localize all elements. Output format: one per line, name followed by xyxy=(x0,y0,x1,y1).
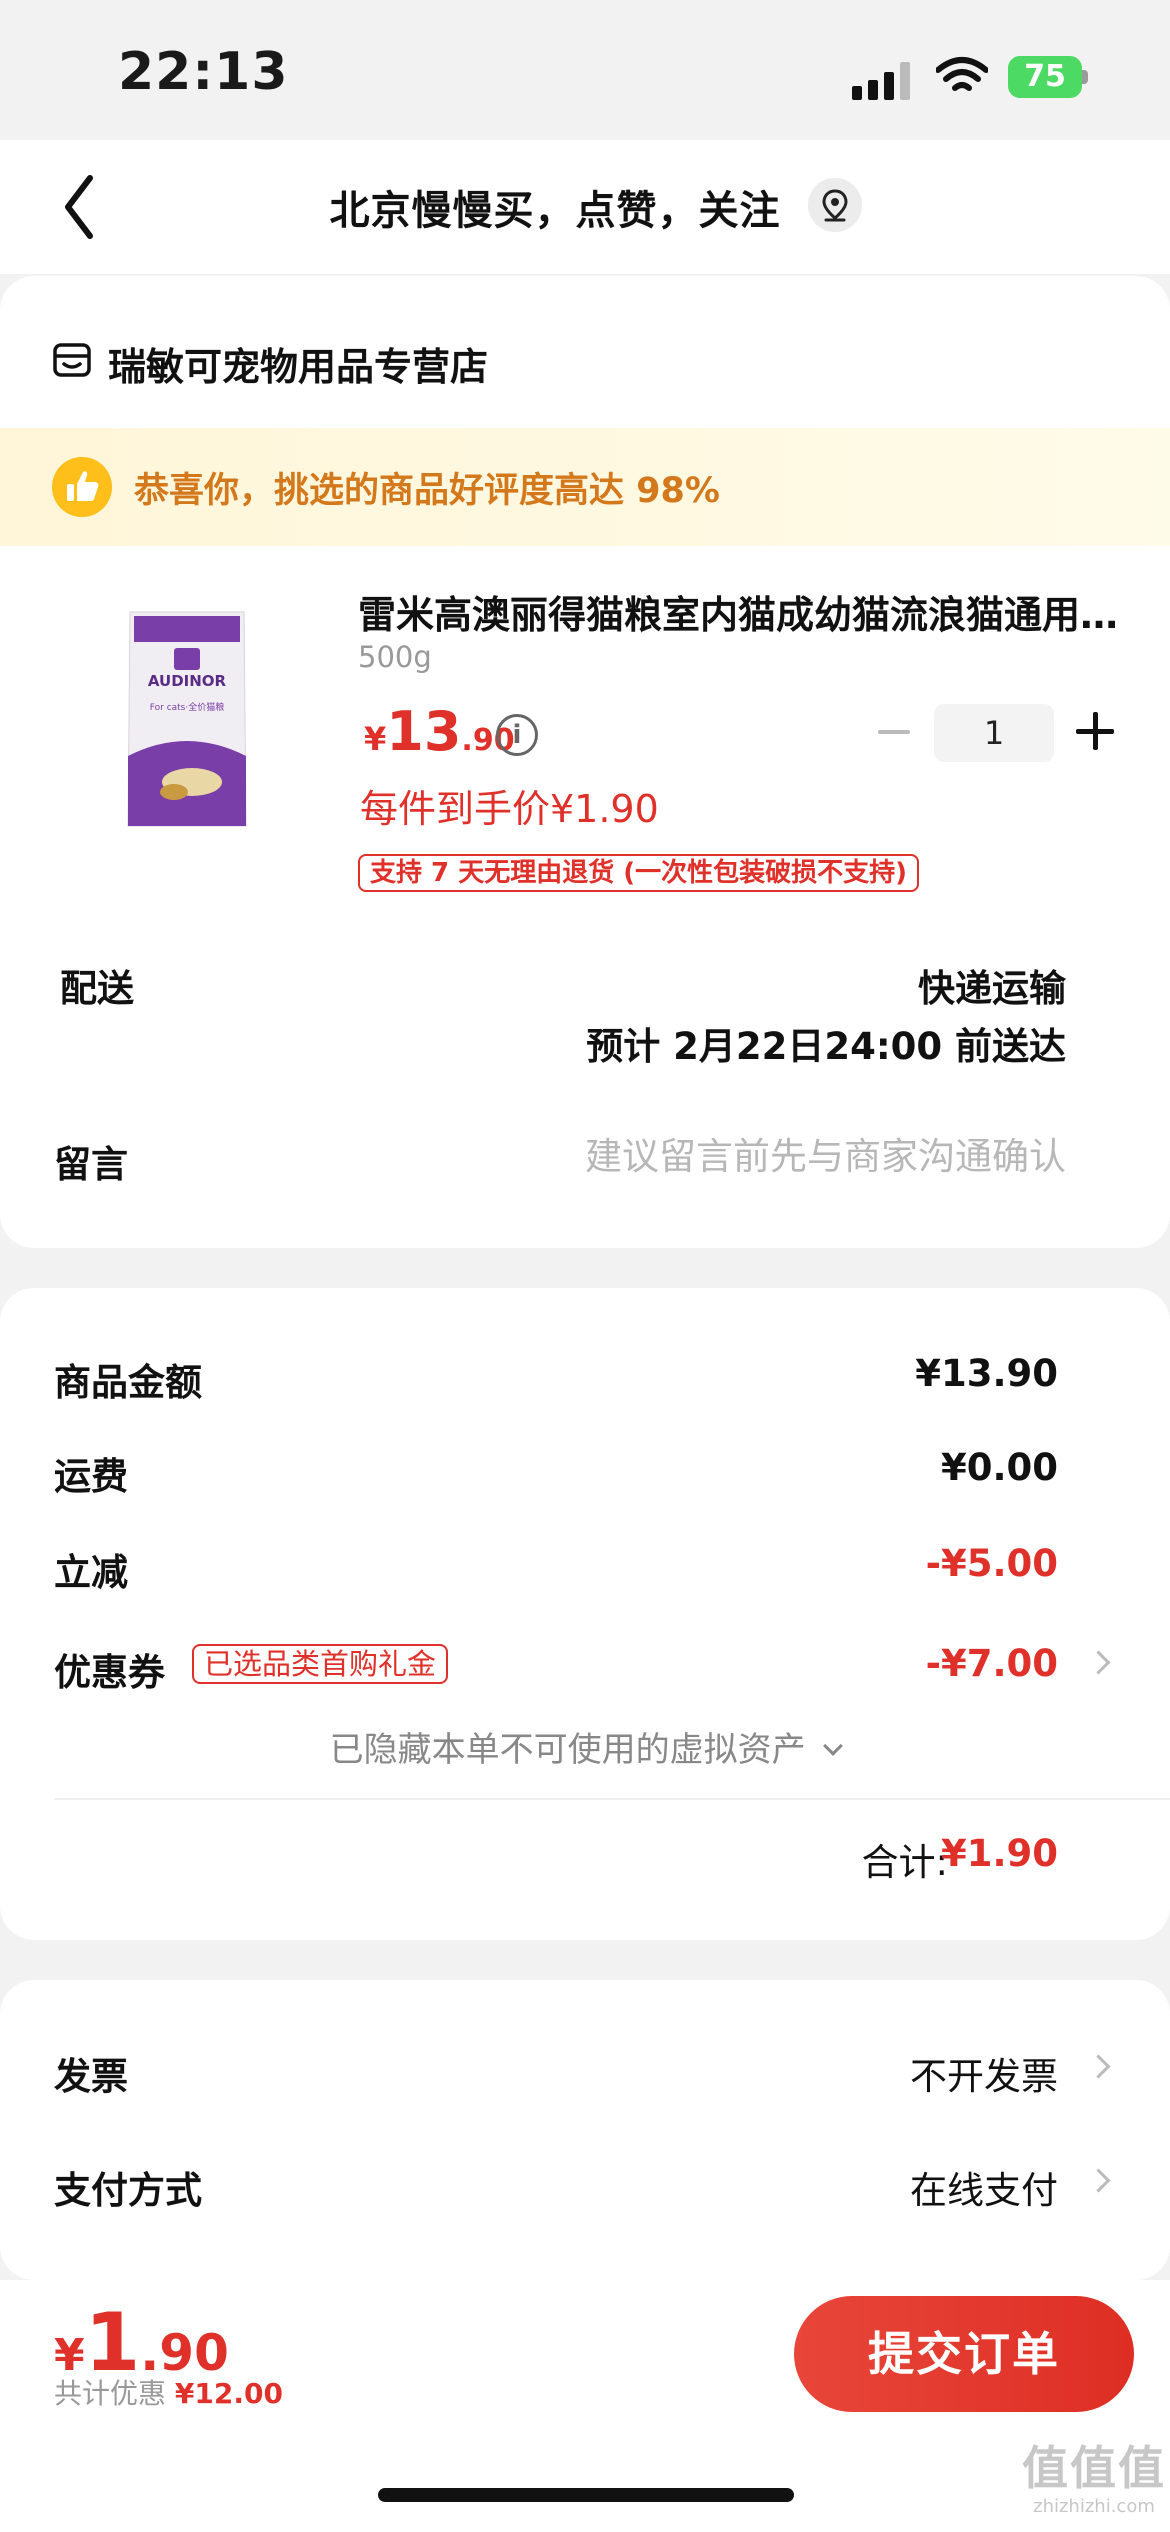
info-icon[interactable]: i xyxy=(496,714,538,756)
cellular-signal-icon xyxy=(852,62,914,100)
delivery-method: 快递运输 xyxy=(918,967,1066,1010)
shipping-value: ¥0.00 xyxy=(940,1446,1058,1489)
shipping-label: 运费 xyxy=(54,1455,128,1498)
divider xyxy=(54,1798,1170,1800)
invoice-label: 发票 xyxy=(54,2055,128,2098)
invoice-payment-card xyxy=(0,1980,1170,2280)
wifi-icon xyxy=(936,57,988,91)
thumbs-up-icon xyxy=(52,457,112,517)
instant-discount-label: 立减 xyxy=(54,1551,128,1594)
product-price: ¥13.90 xyxy=(364,700,515,763)
final-unit-price: 每件到手价¥1.90 xyxy=(360,787,659,831)
goods-amount-value: ¥13.90 xyxy=(915,1352,1058,1395)
rating-banner-text: 恭喜你，挑选的商品好评度高达 98% xyxy=(134,471,720,511)
bottom-discount: 共计优惠 ¥12.00 xyxy=(54,2377,283,2410)
quantity-decrease-button[interactable] xyxy=(872,712,918,752)
hidden-assets-toggle[interactable]: 已隐藏本单不可使用的虚拟资产 xyxy=(0,1722,1170,1771)
watermark-url: zhizhizhi.com xyxy=(1033,2496,1155,2517)
watermark: 值值值 zhizhizhi.com xyxy=(1018,2440,1170,2532)
coupon-chevron-right-icon[interactable] xyxy=(1090,1648,1108,1678)
invoice-chevron-right-icon[interactable] xyxy=(1090,2052,1108,2082)
submit-order-button[interactable]: 提交订单 xyxy=(794,2296,1134,2412)
payment-chevron-right-icon[interactable] xyxy=(1090,2166,1108,2196)
battery-icon: 75 xyxy=(1008,56,1088,98)
total-value: ¥1.90 xyxy=(940,1832,1058,1875)
product-spec: 500g xyxy=(358,640,432,674)
product-image[interactable]: AUDINOR For cats·全价猫粮 xyxy=(122,606,252,846)
watermark-logo: 值值值 xyxy=(1022,2441,1166,2495)
chevron-down-icon xyxy=(823,1736,844,1756)
quantity-field[interactable]: 1 xyxy=(934,704,1054,762)
payment-label: 支付方式 xyxy=(54,2169,202,2212)
home-indicator[interactable] xyxy=(378,2488,794,2502)
instant-discount-value: -¥5.00 xyxy=(925,1542,1058,1585)
delivery-eta: 预计 2月22日24:00 前送达 xyxy=(586,1025,1066,1068)
page-title: 北京慢慢买，点赞，关注 xyxy=(329,188,781,234)
product-image-brand: AUDINOR xyxy=(148,672,227,690)
store-name[interactable]: 瑞敏可宠物用品专营店 xyxy=(108,336,488,391)
battery-level: 75 xyxy=(1008,56,1082,98)
delivery-label: 配送 xyxy=(60,967,134,1010)
total-label: 合计: xyxy=(861,1841,948,1884)
goods-amount-label: 商品金额 xyxy=(54,1361,202,1404)
quantity-increase-button[interactable] xyxy=(1072,708,1118,754)
return-policy-tag: 支持 7 天无理由退货 (一次性包装破损不支持) xyxy=(358,854,920,892)
location-pin-icon[interactable] xyxy=(808,178,862,232)
invoice-value[interactable]: 不开发票 xyxy=(910,2046,1058,2100)
status-time: 22:13 xyxy=(118,42,289,102)
message-input[interactable] xyxy=(500,1128,1066,1184)
product-image-subtitle: For cats·全价猫粮 xyxy=(150,701,224,713)
store-icon xyxy=(53,343,91,377)
coupon-label: 优惠券 xyxy=(54,1651,165,1694)
product-name[interactable]: 雷米高澳丽得猫粮室内猫成幼猫流浪猫通用型全价猫粮 xyxy=(358,584,1120,639)
payment-value[interactable]: 在线支付 xyxy=(910,2160,1058,2214)
message-label: 留言 xyxy=(54,1143,128,1186)
coupon-tag: 已选品类首购礼金 xyxy=(192,1644,449,1684)
coupon-value[interactable]: -¥7.00 xyxy=(926,1642,1058,1685)
